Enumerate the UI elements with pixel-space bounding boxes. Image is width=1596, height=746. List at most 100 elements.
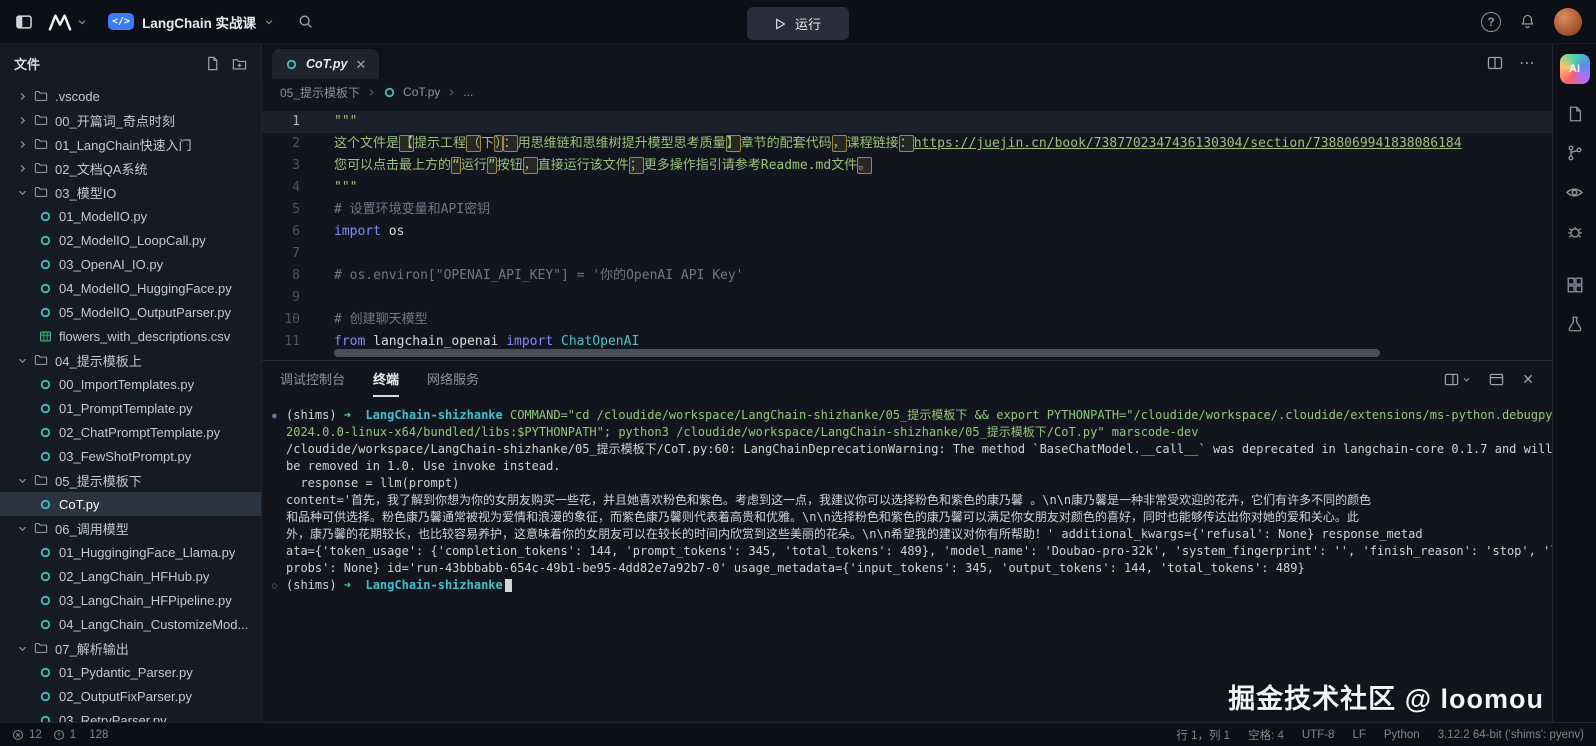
preview-eye-icon[interactable] (1565, 183, 1584, 202)
tree-folder-item[interactable]: 03_模型IO (0, 180, 261, 204)
panel-tab[interactable]: 终端 (373, 361, 399, 397)
test-flask-icon[interactable] (1566, 315, 1584, 333)
tree-folder-item[interactable]: 06_调用模型 (0, 516, 261, 540)
debug-bug-icon[interactable] (1566, 223, 1584, 241)
explorer-title: 文件 (14, 54, 40, 73)
terminal-line: /cloudide/workspace/LangChain-shizhanke/… (272, 441, 1544, 458)
notifications-bell-icon[interactable] (1519, 13, 1536, 30)
tree-file-item[interactable]: 03_RetryParser.py (0, 708, 261, 722)
status-item[interactable]: UTF-8 (1302, 729, 1335, 741)
app-logo[interactable] (47, 11, 87, 33)
tree-file-item[interactable]: 01_Pydantic_Parser.py (0, 660, 261, 684)
code-line[interactable]: 9 (262, 287, 1552, 309)
problems-indicator[interactable]: 12 1 128 (12, 729, 108, 741)
tree-folder-item[interactable]: 00_开篇词_奇点时刻 (0, 108, 261, 132)
more-actions-icon[interactable]: ⋯ (1519, 53, 1536, 73)
toggle-sidebar-icon[interactable] (14, 12, 34, 32)
code-line[interactable]: 4""" (262, 177, 1552, 199)
python-file-icon (37, 448, 53, 464)
search-icon[interactable] (297, 13, 314, 30)
chevron-right-icon (16, 88, 29, 104)
tree-file-item[interactable]: 00_ImportTemplates.py (0, 372, 261, 396)
tree-file-item[interactable]: 02_ModelIO_LoopCall.py (0, 228, 261, 252)
python-file-icon (37, 232, 53, 248)
tree-file-item[interactable]: 05_ModelIO_OutputParser.py (0, 300, 261, 324)
code-line[interactable]: 5# 设置环境变量和API密钥 (262, 199, 1552, 221)
code-line[interactable]: 1""" (262, 111, 1552, 133)
code-line[interactable]: 6import os (262, 221, 1552, 243)
folder-icon (33, 640, 49, 656)
breadcrumb-item[interactable]: CoT.py (403, 85, 440, 99)
tree-file-item[interactable]: flowers_with_descriptions.csv (0, 324, 261, 348)
python-file-icon (37, 256, 53, 272)
horizontal-scrollbar[interactable] (334, 349, 1380, 357)
maximize-panel-icon[interactable] (1489, 372, 1504, 387)
python-file-icon (37, 688, 53, 704)
panel-tab[interactable]: 调试控制台 (280, 361, 345, 397)
breadcrumb-item[interactable]: 05_提示模板下 (280, 84, 360, 101)
status-item[interactable]: 行 1，列 1 (1176, 727, 1230, 743)
tree-file-item[interactable]: 01_PromptTemplate.py (0, 396, 261, 420)
files-icon[interactable] (1566, 105, 1584, 123)
file-name: 02_ModelIO_LoopCall.py (59, 233, 206, 248)
warning-count: 1 (70, 729, 76, 741)
tree-file-item[interactable]: 02_OutputFixParser.py (0, 684, 261, 708)
user-avatar[interactable] (1554, 8, 1582, 36)
file-name: 07_解析输出 (55, 639, 129, 658)
panel-tabs: 调试控制台终端网络服务 (280, 361, 479, 397)
tree-file-item[interactable]: 03_FewShotPrompt.py (0, 444, 261, 468)
tree-file-item[interactable]: 04_LangChain_CustomizeMod... (0, 612, 261, 636)
split-editor-icon[interactable] (1487, 55, 1503, 71)
tree-folder-item[interactable]: 07_解析输出 (0, 636, 261, 660)
folder-icon (33, 472, 49, 488)
tree-file-item[interactable]: 01_ModelIO.py (0, 204, 261, 228)
ai-assistant-icon[interactable]: AI (1560, 54, 1590, 84)
close-tab-icon[interactable]: ✕ (355, 58, 366, 71)
python-file-icon (37, 208, 53, 224)
extensions-icon[interactable] (1566, 276, 1584, 294)
code-line[interactable]: 2这个文件是【提示工程（下）：用思维链和思维树提升模型思考质量】章节的配套代码，… (262, 133, 1552, 155)
tree-file-item[interactable]: CoT.py (0, 492, 261, 516)
editor-tab[interactable]: CoT.py ✕ (272, 49, 379, 79)
run-button[interactable]: 运行 (747, 7, 849, 40)
panel-tab[interactable]: 网络服务 (427, 361, 479, 397)
tree-folder-item[interactable]: 05_提示模板下 (0, 468, 261, 492)
tab-file-name: CoT.py (306, 57, 347, 71)
tree-file-item[interactable]: 01_HuggingingFace_Llama.py (0, 540, 261, 564)
file-explorer-sidebar: 文件 .vscode00_开篇词_奇点时刻 01_LangChain快速入门 02_… (0, 44, 262, 722)
status-item[interactable]: Python (1384, 729, 1420, 741)
project-selector[interactable]: </> LangChain 实战课 (108, 12, 274, 32)
tree-folder-item[interactable]: .vscode (0, 84, 261, 108)
file-name: 02_文档QA系统 (55, 159, 147, 178)
code-line[interactable]: 8# os.environ["OPENAI_API_KEY"] = '你的Ope… (262, 265, 1552, 287)
file-name: 01_LangChain快速入门 (55, 135, 192, 154)
terminal-line: response = llm(prompt) (272, 475, 1544, 492)
git-branch-icon[interactable] (1566, 144, 1584, 162)
tree-folder-item[interactable]: 01_LangChain快速入门 (0, 132, 261, 156)
line-number: 1 (262, 111, 314, 133)
code-line[interactable]: 3您可以点击最上方的“运行”按钮，直接运行该文件；更多操作指引请参考Readme… (262, 155, 1552, 177)
status-item[interactable]: 空格: 4 (1248, 727, 1284, 743)
help-icon[interactable]: ? (1481, 12, 1501, 32)
panel-layout-icon[interactable] (1444, 372, 1471, 387)
tree-file-item[interactable]: 03_OpenAI_IO.py (0, 252, 261, 276)
code-line[interactable]: 10# 创建聊天模型 (262, 309, 1552, 331)
tree-folder-item[interactable]: 02_文档QA系统 (0, 156, 261, 180)
tree-file-item[interactable]: 02_LangChain_HFHub.py (0, 564, 261, 588)
tree-file-item[interactable]: 03_LangChain_HFPipeline.py (0, 588, 261, 612)
folder-icon (33, 160, 49, 176)
terminal-output[interactable]: ●(shims) ➜ LangChain-shizhanke COMMAND="… (262, 397, 1552, 722)
close-panel-icon[interactable]: ✕ (1522, 371, 1534, 388)
tree-folder-item[interactable]: 04_提示模板上 (0, 348, 261, 372)
python-file-icon (37, 424, 53, 440)
line-number: 6 (262, 221, 314, 243)
status-item[interactable]: LF (1352, 729, 1365, 741)
new-file-icon[interactable] (205, 56, 220, 71)
code-editor[interactable]: 1"""2这个文件是【提示工程（下）：用思维链和思维树提升模型思考质量】章节的配… (262, 105, 1552, 360)
tree-file-item[interactable]: 02_ChatPromptTemplate.py (0, 420, 261, 444)
new-folder-icon[interactable] (232, 56, 247, 71)
status-item[interactable]: 3.12.2 64-bit ('shims': pyenv) (1438, 729, 1584, 741)
breadcrumb-item[interactable]: ... (463, 85, 473, 99)
tree-file-item[interactable]: 04_ModelIO_HuggingFace.py (0, 276, 261, 300)
code-line[interactable]: 7 (262, 243, 1552, 265)
